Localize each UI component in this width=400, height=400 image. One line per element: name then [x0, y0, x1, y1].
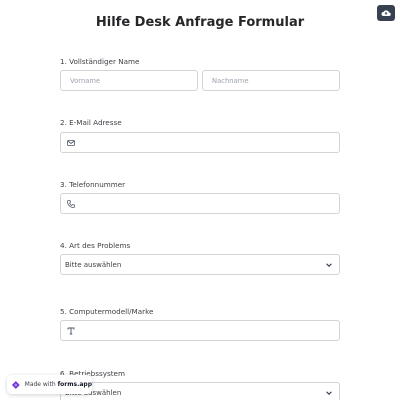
badge-text: Made with forms.app: [24, 381, 92, 388]
last-name-input[interactable]: Nachname: [202, 70, 340, 91]
mail-icon: [67, 140, 75, 146]
email-field[interactable]: [60, 132, 340, 153]
name-label: 1. Vollständiger Name: [60, 57, 140, 66]
os-select[interactable]: Bitte auswählen: [60, 382, 340, 400]
first-name-input[interactable]: Vorname: [60, 70, 198, 91]
last-name-placeholder: Nachname: [212, 77, 249, 85]
phone-label: 3. Telefonnummer: [60, 180, 126, 189]
computer-model-label: 5. Computermodell/Marke: [60, 307, 154, 316]
chevron-down-icon: [326, 263, 332, 267]
forms-app-logo-icon: [11, 380, 20, 389]
problem-type-label: 4. Art des Problems: [60, 241, 131, 250]
page-title: Hilfe Desk Anfrage Formular: [95, 15, 305, 30]
email-label: 2. E-Mail Adresse: [60, 118, 122, 127]
computer-model-field[interactable]: [60, 320, 340, 341]
text-icon: [67, 327, 75, 335]
phone-icon: [67, 200, 75, 208]
problem-type-select[interactable]: Bitte auswählen: [60, 254, 340, 275]
chevron-down-icon: [326, 391, 332, 395]
made-with-badge[interactable]: Made with forms.app: [7, 375, 92, 394]
first-name-placeholder: Vorname: [70, 77, 101, 85]
phone-field[interactable]: [60, 193, 340, 214]
problem-type-selected: Bitte auswählen: [65, 261, 122, 269]
